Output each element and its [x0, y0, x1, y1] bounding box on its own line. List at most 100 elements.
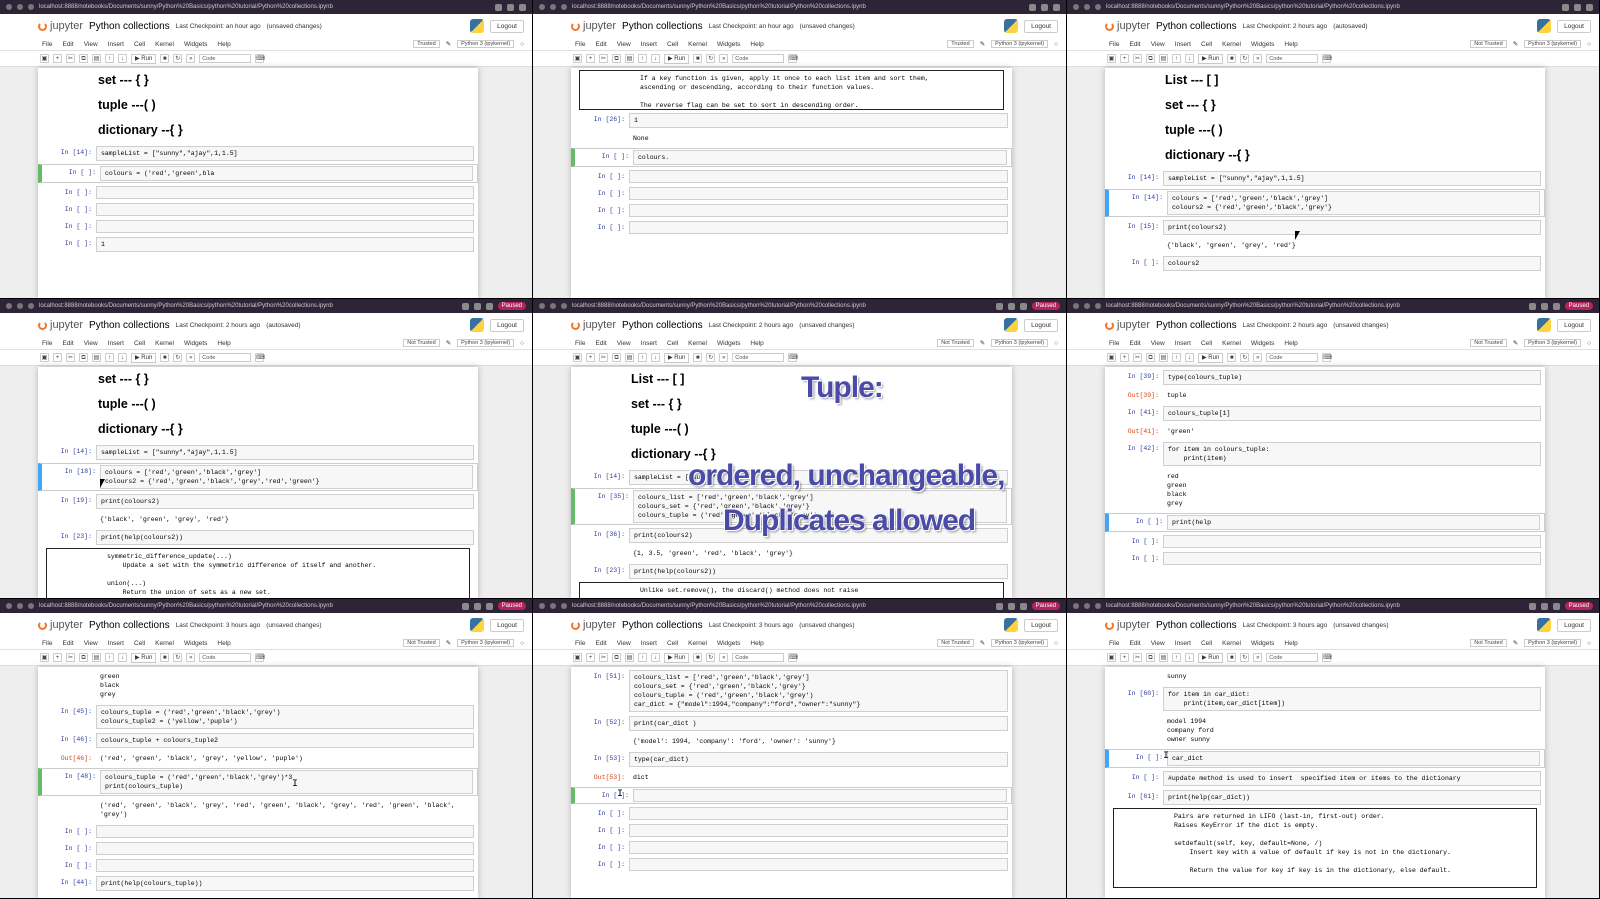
move-up-icon[interactable]: ↑	[105, 353, 114, 362]
menu-item[interactable]: Edit	[595, 340, 606, 347]
stop-icon[interactable]: ■	[1227, 54, 1237, 63]
restart-icon[interactable]: ↻	[706, 54, 716, 63]
address-bar[interactable]: localhost:8888/notebooks/Documents/sunny…	[1106, 3, 1557, 12]
code-cell[interactable]: In [ ]:	[38, 824, 478, 839]
logout-button[interactable]: Logout	[1557, 618, 1591, 632]
code-cell[interactable]: In [ ]:	[571, 220, 1012, 235]
menu-item[interactable]: Insert	[108, 640, 124, 647]
logout-button[interactable]: Logout	[1024, 19, 1058, 33]
menu-item[interactable]: Widgets	[1251, 340, 1274, 347]
code-input[interactable]: sampleList = ["sunny","ajay",1,1.5]	[1163, 171, 1541, 186]
copy-icon[interactable]: ⧉	[612, 353, 621, 362]
run-button[interactable]: ▶ Run	[1198, 53, 1224, 64]
menu-item[interactable]: Help	[1284, 340, 1297, 347]
zoom-icon[interactable]	[461, 602, 469, 610]
code-cell[interactable]: In [ ]:	[571, 186, 1012, 201]
reload-icon[interactable]	[1095, 303, 1101, 309]
menu-item[interactable]: Cell	[134, 640, 145, 647]
restart-icon[interactable]: ↻	[173, 653, 183, 662]
add-cell-icon[interactable]: +	[53, 353, 62, 362]
zoom-icon[interactable]	[995, 302, 1003, 310]
code-cell[interactable]: In [ ]: #update method is used to insert…	[1105, 770, 1545, 787]
logout-button[interactable]: Logout	[490, 19, 524, 33]
code-input[interactable]: colours = ('red','green',bla	[100, 166, 473, 181]
paste-icon[interactable]: ▤	[625, 653, 634, 662]
code-cell[interactable]: In [19]: print(colours2)	[38, 493, 478, 510]
extension-icon[interactable]	[1019, 602, 1027, 610]
save-icon[interactable]: ▣	[573, 653, 582, 662]
bookmark-icon[interactable]	[1007, 302, 1015, 310]
code-cell[interactable]: In [48]: colours_tuple = ('red','green',…	[38, 768, 478, 796]
restart-icon[interactable]: ↻	[173, 54, 183, 63]
zoom-icon[interactable]	[461, 302, 469, 310]
notebook-title[interactable]: Python collections	[89, 620, 170, 631]
menu-item[interactable]: Edit	[62, 340, 73, 347]
code-cell[interactable]: In [52]: print(car_dict )	[571, 715, 1012, 732]
add-cell-icon[interactable]: +	[586, 653, 595, 662]
fast-forward-icon[interactable]: »	[186, 54, 196, 63]
move-up-icon[interactable]: ↑	[1172, 653, 1181, 662]
move-down-icon[interactable]: ↓	[651, 353, 660, 362]
cut-icon[interactable]: ✂	[1133, 353, 1142, 362]
code-cell[interactable]: In [51]: colours_list = ['red','green','…	[571, 669, 1012, 713]
bookmark-icon[interactable]	[1041, 3, 1048, 11]
cut-icon[interactable]: ✂	[599, 353, 608, 362]
menu-item[interactable]: Cell	[667, 640, 678, 647]
save-icon[interactable]: ▣	[573, 353, 582, 362]
paste-icon[interactable]: ▤	[1159, 653, 1168, 662]
logout-button[interactable]: Logout	[1557, 19, 1591, 33]
reload-icon[interactable]	[561, 4, 567, 10]
kernel-indicator[interactable]: Python 3 (ipykernel)	[1524, 339, 1582, 347]
back-icon[interactable]	[1073, 4, 1079, 10]
save-icon[interactable]: ▣	[40, 54, 49, 63]
code-cell[interactable]: In [ ]: 1	[38, 236, 478, 253]
reload-icon[interactable]	[1095, 603, 1101, 609]
code-cell[interactable]: In [ ]:	[38, 858, 478, 873]
notebook-title[interactable]: Python collections	[1156, 21, 1237, 32]
copy-icon[interactable]: ⧉	[1146, 54, 1155, 63]
menu-item[interactable]: View	[1151, 340, 1165, 347]
paused-badge[interactable]: Paused	[497, 602, 526, 610]
code-input[interactable]: print(car_dict )	[629, 716, 1008, 731]
code-input[interactable]: colours = ['red','green','black','grey']…	[100, 465, 473, 489]
code-cell[interactable]: In [23]: print(help(colours2))	[571, 563, 1012, 580]
menu-item[interactable]: File	[1109, 640, 1119, 647]
move-down-icon[interactable]: ↓	[1185, 353, 1194, 362]
code-cell[interactable]: In [ ]: colours = ('red','green',bla	[38, 164, 478, 183]
menu-item[interactable]: Edit	[62, 640, 73, 647]
cut-icon[interactable]: ✂	[66, 653, 75, 662]
cell-type-select[interactable]: Code	[199, 353, 252, 362]
jupyter-logo[interactable]: jupyter	[38, 619, 83, 631]
back-icon[interactable]	[539, 603, 545, 609]
restart-icon[interactable]: ↻	[706, 653, 716, 662]
kernel-indicator[interactable]: Python 3 (ipykernel)	[457, 339, 515, 347]
menu-item[interactable]: Cell	[667, 340, 678, 347]
run-button[interactable]: ▶ Run	[131, 652, 157, 663]
code-cell[interactable]: In [14]: sampleList = ["sunny","ajay",1,…	[38, 444, 478, 461]
keyboard-icon[interactable]: ⌨	[255, 353, 265, 362]
stop-icon[interactable]: ■	[693, 353, 703, 362]
code-input[interactable]	[96, 220, 474, 233]
code-cell[interactable]: In [ ]: colours2	[1105, 255, 1545, 272]
menu-item[interactable]: Kernel	[1222, 41, 1241, 48]
menu-item[interactable]: Widgets	[184, 41, 207, 48]
save-icon[interactable]: ▣	[573, 54, 582, 63]
cell-type-select[interactable]: Code	[199, 653, 252, 662]
menu-item[interactable]: Widgets	[184, 340, 207, 347]
code-input[interactable]: 1	[96, 237, 474, 252]
code-input[interactable]: for item in car_dict: print(item,car_dic…	[1163, 687, 1541, 711]
reload-icon[interactable]	[28, 4, 34, 10]
code-cell[interactable]: In [ ]:	[38, 202, 478, 217]
menu-item[interactable]: Help	[217, 41, 230, 48]
kernel-indicator[interactable]: Python 3 (ipykernel)	[1524, 40, 1582, 48]
jupyter-logo[interactable]: jupyter	[38, 319, 83, 331]
menu-item[interactable]: Kernel	[688, 41, 707, 48]
menu-item[interactable]: View	[84, 640, 98, 647]
code-cell[interactable]: In [ ]: car_dict	[1105, 749, 1545, 768]
code-input[interactable]	[629, 187, 1008, 200]
menu-item[interactable]: Help	[750, 640, 763, 647]
extension-icon[interactable]	[1019, 302, 1027, 310]
code-cell[interactable]: In [26]: 1	[571, 112, 1012, 129]
menu-item[interactable]: Kernel	[155, 340, 174, 347]
fast-forward-icon[interactable]: »	[719, 54, 729, 63]
